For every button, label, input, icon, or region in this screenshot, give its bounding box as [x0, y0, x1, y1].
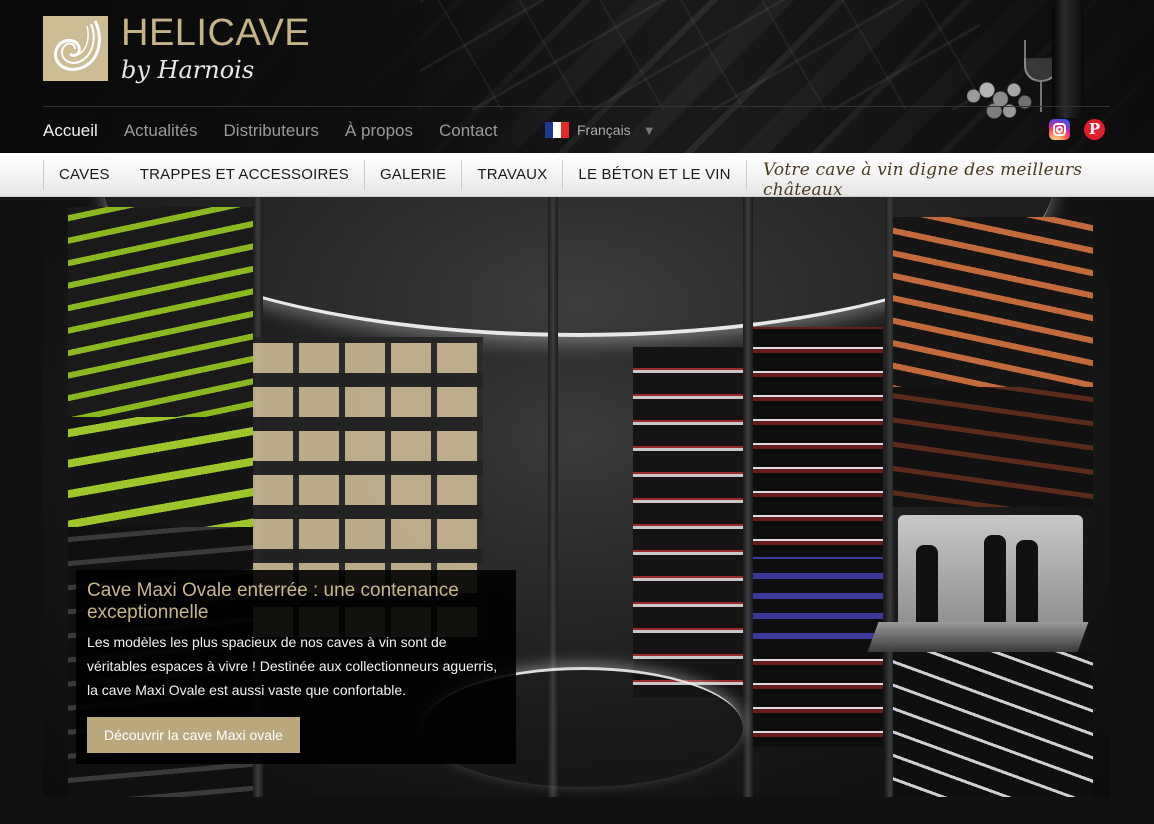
french-flag-icon	[545, 122, 569, 138]
bottle-display-niche	[898, 515, 1083, 635]
wine-rack	[753, 327, 883, 747]
logo-mark[interactable]	[43, 16, 108, 81]
brand-subtitle: by Harnois	[121, 56, 255, 84]
top-nav-accueil[interactable]: Accueil	[43, 118, 98, 144]
wine-bottle-illustration	[1052, 0, 1084, 118]
main-nav-travaux[interactable]: TRAVAUX	[462, 160, 562, 190]
language-selector[interactable]: Français ▼	[545, 122, 656, 138]
top-nav-a-propos[interactable]: À propos	[345, 118, 413, 144]
discover-maxi-ovale-button[interactable]: Découvrir la cave Maxi ovale	[87, 717, 300, 753]
instagram-icon[interactable]	[1049, 119, 1070, 140]
top-nav: Accueil Actualités Distributeurs À propo…	[43, 118, 524, 144]
main-nav-beton-vin[interactable]: LE BÉTON ET LE VIN	[563, 160, 745, 190]
wine-rack	[893, 652, 1093, 797]
header-background-art	[420, 0, 980, 110]
top-nav-actualites[interactable]: Actualités	[124, 118, 198, 144]
wine-rack	[68, 417, 258, 537]
social-links: P	[1049, 119, 1105, 140]
main-nav: CAVES TRAPPES ET ACCESSOIRES GALERIE TRA…	[43, 153, 747, 197]
language-label: Français	[577, 122, 631, 138]
rack-pillar	[743, 197, 753, 797]
brand-name[interactable]: HELICAVE	[121, 12, 310, 55]
tasting-counter	[867, 622, 1089, 652]
nav-separator	[745, 160, 747, 190]
wine-rack	[753, 557, 883, 647]
wine-rack	[893, 217, 1093, 387]
hero-caption-title: Cave Maxi Ovale enterrée : une contenanc…	[87, 580, 459, 623]
hero-caption-text: Les modèles les plus spacieux de nos cav…	[87, 634, 498, 698]
main-nav-caves[interactable]: CAVES	[44, 160, 125, 190]
wine-rack	[633, 347, 743, 697]
main-nav-galerie[interactable]: GALERIE	[365, 160, 461, 190]
pinterest-icon[interactable]: P	[1084, 119, 1105, 140]
top-nav-contact[interactable]: Contact	[439, 118, 498, 144]
wine-rack	[893, 387, 1093, 507]
helix-logo-icon	[43, 16, 108, 81]
hero-caption: Cave Maxi Ovale enterrée : une contenanc…	[76, 570, 516, 764]
site-tagline: Votre cave à vin digne des meilleurs châ…	[763, 160, 1083, 200]
wine-glass-stem	[1040, 82, 1042, 112]
chevron-down-icon: ▼	[642, 122, 656, 138]
main-nav-trappes[interactable]: TRAPPES ET ACCESSOIRES	[125, 160, 364, 190]
top-nav-distributeurs[interactable]: Distributeurs	[224, 118, 319, 144]
header-divider	[43, 106, 1110, 107]
